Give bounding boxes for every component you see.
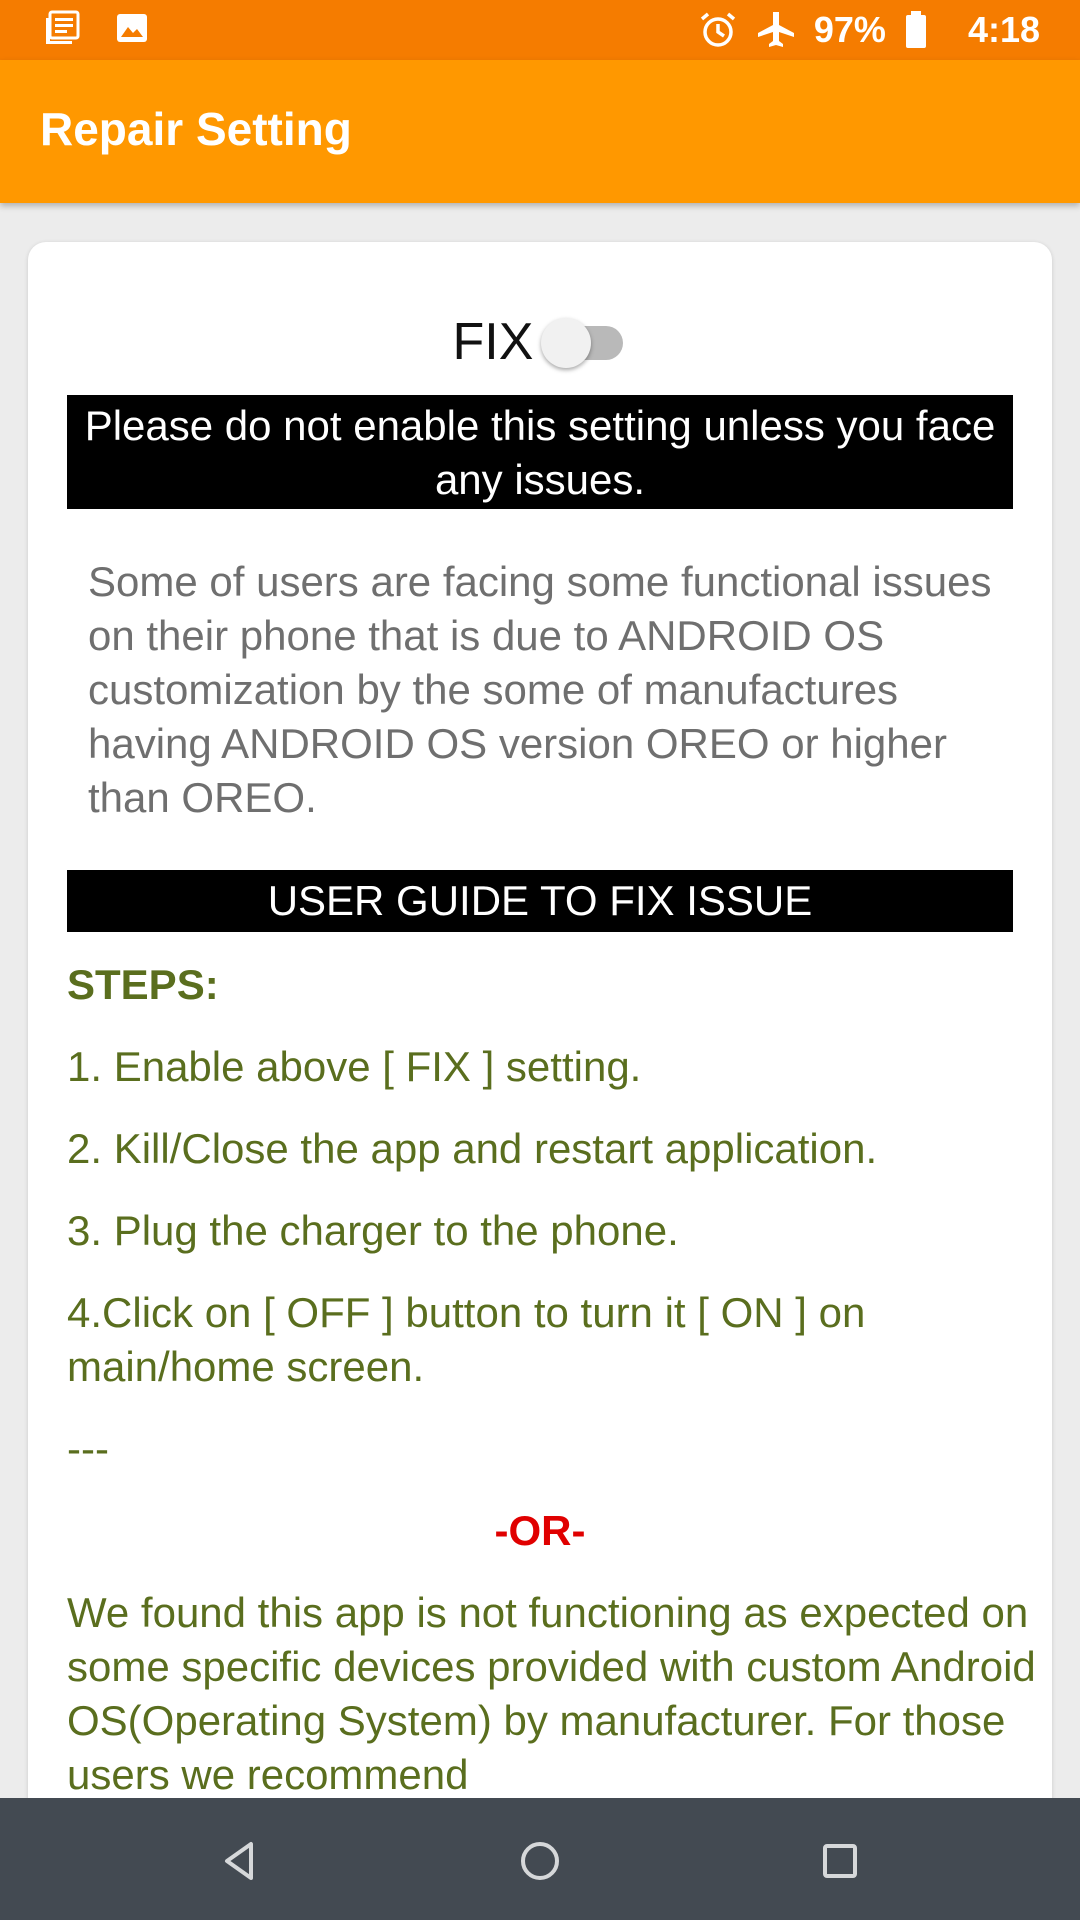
steps-title: STEPS: — [67, 961, 219, 1008]
step-item: 1. Enable above [ FIX ] setting. — [67, 1043, 642, 1090]
step-item: 4.Click on [ OFF ] button to turn it [ O… — [67, 1289, 866, 1390]
step-item: 3. Plug the charger to the phone. — [67, 1207, 679, 1254]
fix-switch[interactable] — [541, 314, 627, 370]
recents-icon — [823, 1844, 857, 1878]
status-bar: 97% 4:18 — [0, 0, 1080, 60]
airplane-icon — [756, 10, 796, 50]
status-notifications — [44, 10, 150, 46]
recents-button[interactable] — [805, 1826, 875, 1896]
warning-banner: Please do not enable this setting unless… — [67, 395, 1013, 509]
clock: 4:18 — [967, 9, 1040, 50]
alarm-icon — [698, 10, 738, 50]
image-icon — [114, 10, 150, 46]
home-icon — [521, 1842, 559, 1880]
navigation-bar — [0, 1798, 1080, 1920]
battery-percent: 97% — [813, 9, 886, 50]
app-bar: Repair Setting — [0, 60, 1080, 203]
home-button[interactable] — [505, 1826, 575, 1896]
screen: 97% 4:18 Repair Setting FIX Please do no… — [0, 0, 1080, 1920]
status-indicators: 97% 4:18 — [698, 0, 1040, 60]
page-title: Repair Setting — [40, 103, 352, 155]
switch-thumb — [541, 318, 592, 368]
fix-label: FIX — [452, 313, 534, 371]
back-icon — [225, 1842, 253, 1880]
guide-header: USER GUIDE TO FIX ISSUE — [67, 870, 1013, 932]
separator-text: --- — [67, 1425, 109, 1472]
recommendation-text: We found this app is not functioning as … — [67, 1589, 1036, 1798]
fix-toggle-row[interactable]: FIX — [28, 302, 1052, 382]
description-text: Some of users are facing some functional… — [88, 558, 992, 821]
content-card: FIX Please do not enable this setting un… — [28, 242, 1052, 1842]
or-label: -OR- — [494, 1507, 586, 1554]
battery-icon — [904, 10, 928, 50]
news-icon — [44, 10, 80, 46]
back-button[interactable] — [206, 1826, 276, 1896]
step-item: 2. Kill/Close the app and restart applic… — [67, 1125, 878, 1172]
